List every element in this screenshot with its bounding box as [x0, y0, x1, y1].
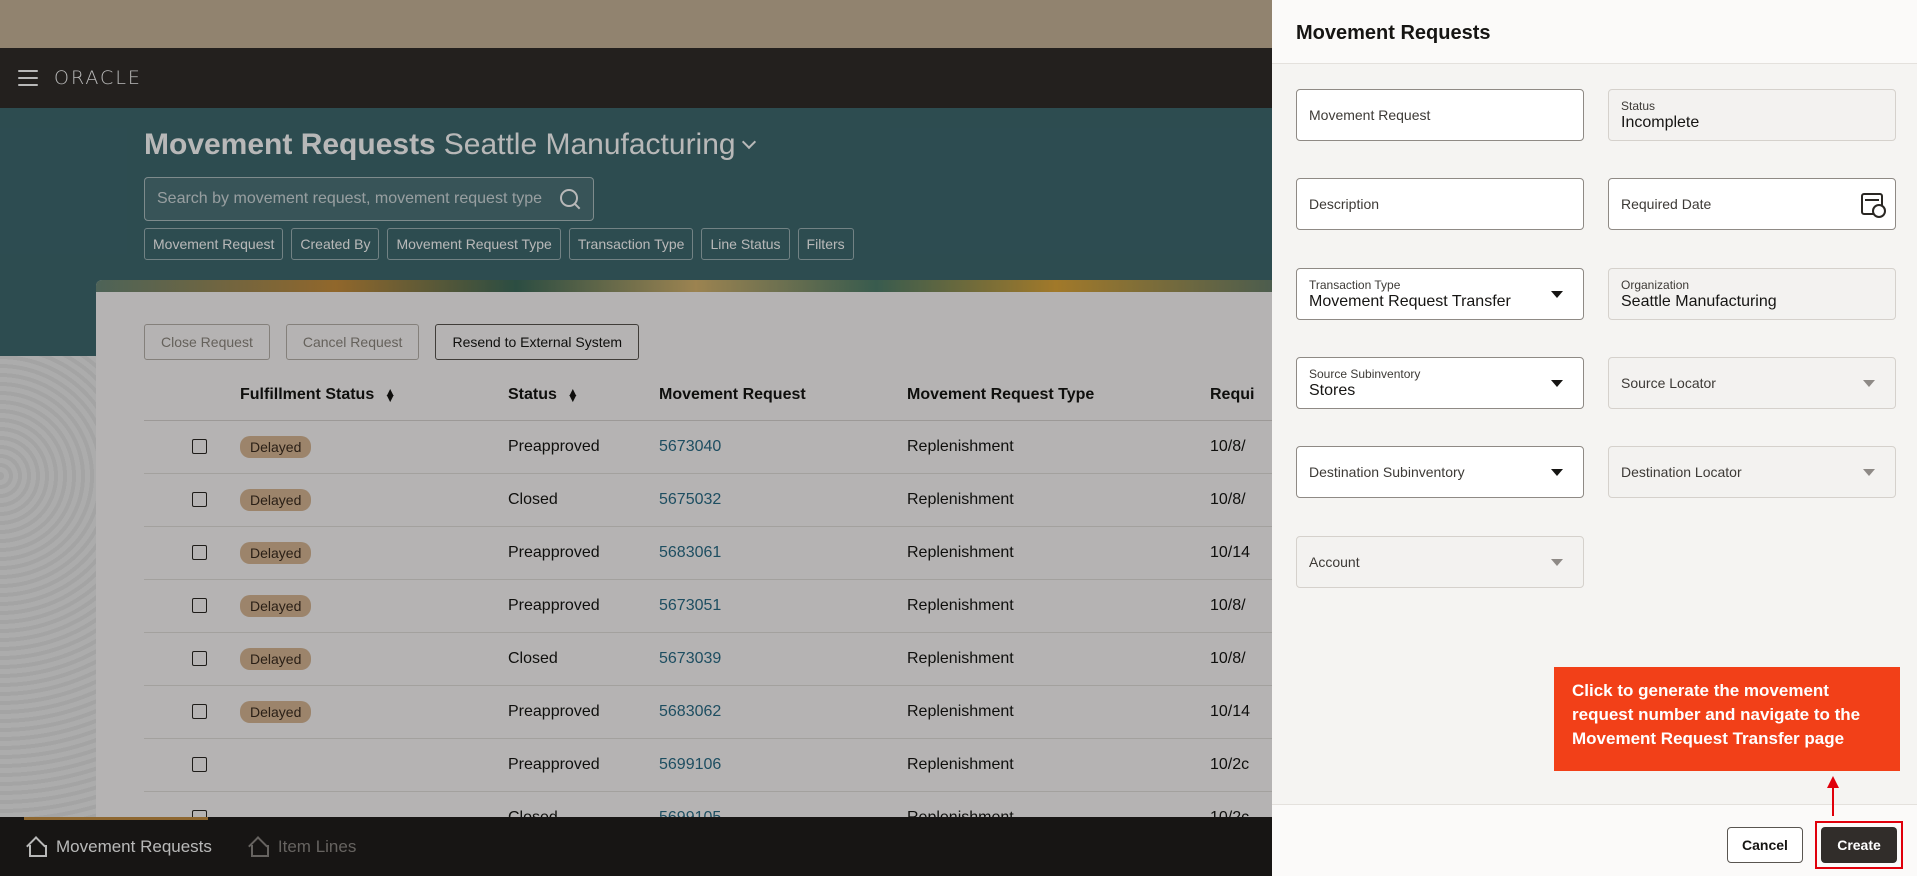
drawer-header: Movement Requests: [1272, 0, 1917, 64]
status-label: Status: [1621, 99, 1656, 113]
source-locator-placeholder: Source Locator: [1621, 375, 1716, 391]
transaction-type-select[interactable]: Transaction Type Movement Request Transf…: [1296, 268, 1584, 320]
status-value: Incomplete: [1621, 114, 1700, 131]
modal-overlay[interactable]: [0, 0, 1272, 876]
source-locator-select[interactable]: Source Locator: [1608, 357, 1896, 409]
account-placeholder: Account: [1309, 554, 1360, 570]
source-subinventory-value: Stores: [1309, 382, 1356, 399]
organization-field: Organization Seattle Manufacturing: [1608, 268, 1896, 320]
dropdown-caret-icon[interactable]: [1551, 469, 1563, 476]
dropdown-caret-icon[interactable]: [1551, 559, 1563, 566]
dropdown-caret-icon[interactable]: [1863, 469, 1875, 476]
instruction-callout: Click to generate the movement request n…: [1554, 667, 1900, 771]
account-select[interactable]: Account: [1296, 536, 1584, 588]
status-field: Status Incomplete: [1608, 89, 1896, 141]
movement-request-placeholder: Movement Request: [1309, 107, 1431, 123]
transaction-type-label: Transaction Type: [1309, 278, 1401, 292]
dropdown-caret-icon[interactable]: [1551, 380, 1563, 387]
destination-locator-select[interactable]: Destination Locator: [1608, 446, 1896, 498]
calendar-icon[interactable]: [1861, 193, 1886, 218]
source-subinventory-select[interactable]: Source Subinventory Stores: [1296, 357, 1584, 409]
source-subinventory-label: Source Subinventory: [1309, 367, 1421, 381]
drawer-title: Movement Requests: [1296, 22, 1491, 44]
description-placeholder: Description: [1309, 196, 1380, 212]
organization-label: Organization: [1621, 278, 1690, 292]
destination-subinventory-select[interactable]: Destination Subinventory: [1296, 446, 1584, 498]
dropdown-caret-icon[interactable]: [1551, 291, 1563, 298]
destination-subinventory-placeholder: Destination Subinventory: [1309, 464, 1465, 480]
required-date-placeholder: Required Date: [1621, 196, 1712, 212]
movement-request-field[interactable]: Movement Request: [1296, 89, 1584, 141]
arrow-up-icon: [1827, 776, 1839, 788]
drawer-footer: Cancel Create: [1272, 804, 1917, 876]
dropdown-caret-icon[interactable]: [1863, 380, 1875, 387]
description-field[interactable]: Description: [1296, 178, 1584, 230]
transaction-type-value: Movement Request Transfer: [1309, 293, 1511, 310]
create-button[interactable]: Create: [1821, 827, 1897, 863]
cancel-button[interactable]: Cancel: [1727, 827, 1803, 863]
required-date-field[interactable]: Required Date: [1608, 178, 1896, 230]
organization-value: Seattle Manufacturing: [1621, 293, 1777, 310]
destination-locator-placeholder: Destination Locator: [1621, 464, 1742, 480]
callout-arrow-line: [1832, 786, 1834, 816]
